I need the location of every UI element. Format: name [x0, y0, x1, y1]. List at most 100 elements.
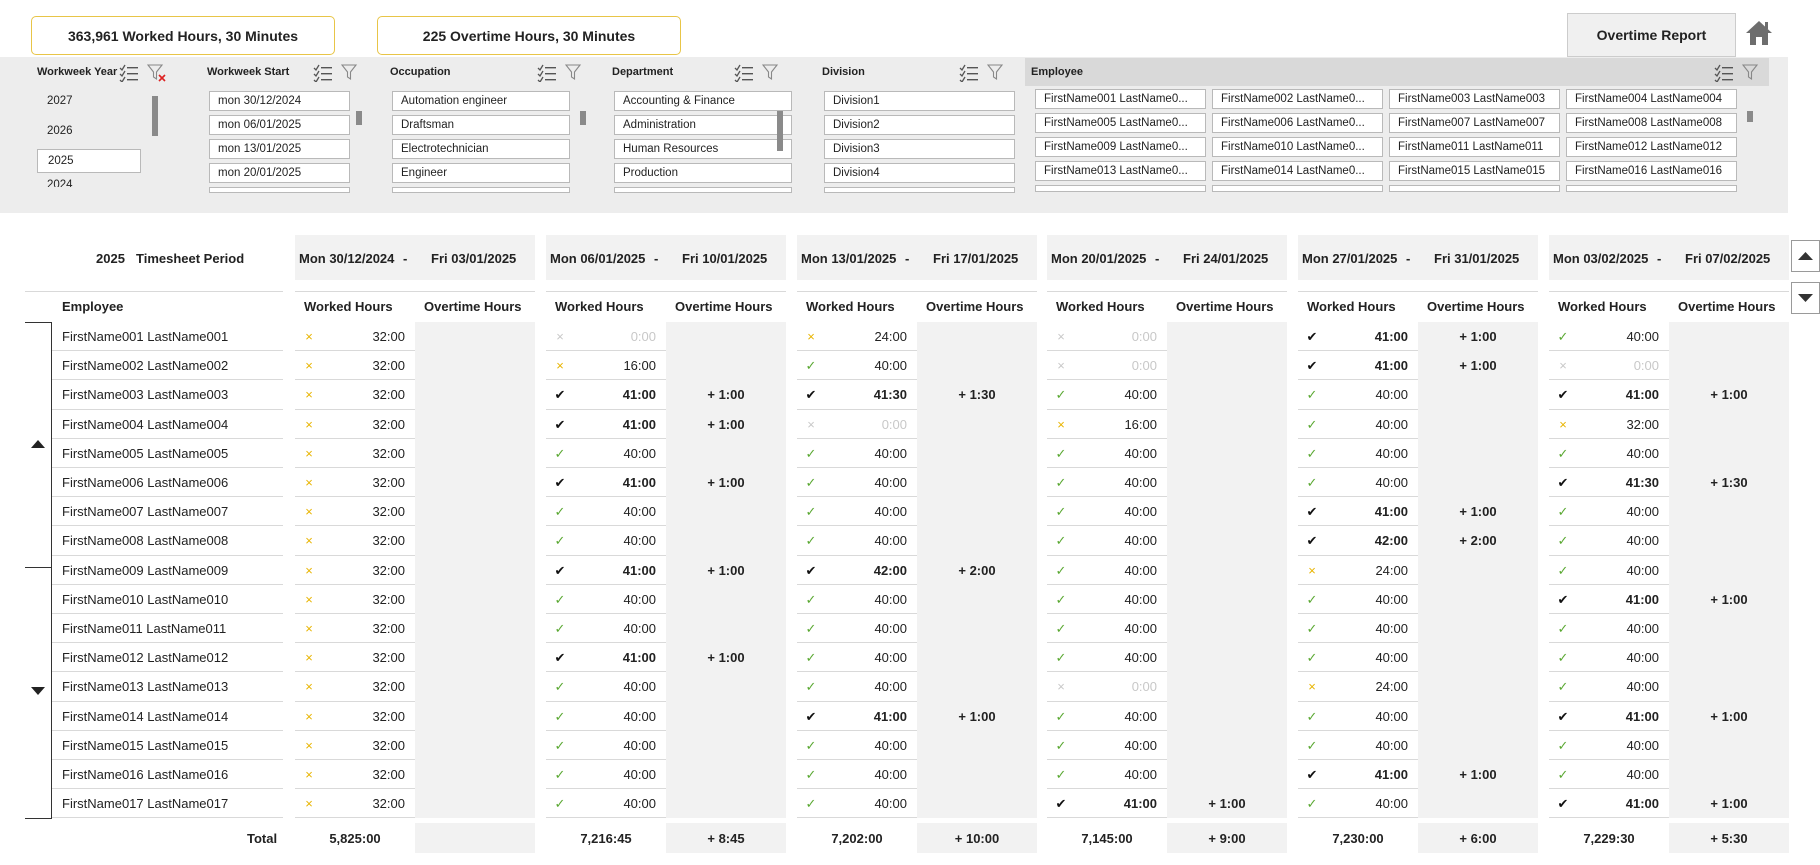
slicer-item-employee[interactable]: FirstName011 LastName011 — [1389, 137, 1560, 157]
slicer-item-occupation[interactable]: Automation engineer — [392, 91, 570, 111]
slicer-scrollbar[interactable] — [356, 111, 362, 125]
slicer-item-department[interactable]: Human Resources — [614, 139, 792, 159]
multi-select-icon[interactable] — [313, 64, 333, 84]
overtime-hours-value: + 1:00 — [958, 708, 996, 724]
overtime-report-button[interactable]: Overtime Report — [1567, 13, 1736, 57]
worked-hours-value: 41:30 — [1625, 475, 1659, 491]
slicer-item-year[interactable]: 2025 — [37, 149, 141, 173]
overtime-hours-value: + 1:00 — [1459, 767, 1497, 783]
slicer-item-start[interactable]: mon 06/01/2025 — [209, 115, 350, 135]
department-slicer: Department Accounting & Finance Administra… — [606, 58, 792, 198]
slicer-scrollbar[interactable] — [580, 111, 586, 125]
slicer-item-employee[interactable]: FirstName015 LastName015 — [1389, 161, 1560, 181]
multi-select-icon[interactable] — [959, 64, 979, 84]
slicer-item-employee[interactable]: FirstName002 LastName0... — [1212, 89, 1383, 109]
period-end: Fri 10/01/2025 — [682, 250, 768, 266]
slicer-title: Workweek Year — [31, 58, 174, 86]
bold-check-icon: ✔ — [805, 387, 817, 403]
bold-check-icon: ✔ — [1557, 708, 1569, 724]
bold-check-icon: ✔ — [805, 562, 817, 578]
check-icon: ✓ — [805, 475, 817, 490]
slicer-item-employee[interactable]: FirstName016 LastName016 — [1566, 161, 1737, 181]
slicer-item-employee[interactable]: FirstName012 LastName012 — [1566, 137, 1737, 157]
slicer-item-start[interactable]: mon 13/01/2025 — [209, 139, 350, 159]
slicer-title: Division — [816, 58, 1014, 86]
multi-select-icon[interactable] — [119, 64, 139, 84]
slicer-item-occupation[interactable]: Engineer — [392, 163, 570, 183]
employee-name: FirstName012 LastName012 — [62, 650, 229, 666]
slicer-item-start[interactable]: mon 30/12/2024 — [209, 91, 350, 111]
bold-check-icon: ✔ — [554, 387, 566, 403]
slicer-item-employee[interactable]: FirstName001 LastName0... — [1035, 89, 1206, 109]
slicer-item-year[interactable]: 2026 — [37, 119, 151, 143]
period-end: Fri 24/01/2025 — [1183, 250, 1269, 266]
worked-hours-value: 32:00 — [372, 621, 405, 637]
slicer-item-occupation[interactable]: Draftsman — [392, 115, 570, 135]
total-worked-hours: 7,202:00 — [831, 830, 883, 846]
slicer-item-employee[interactable]: FirstName007 LastName007 — [1389, 113, 1560, 133]
slicer-item-department[interactable]: Production — [614, 163, 792, 183]
clear-filter-icon[interactable] — [761, 64, 782, 82]
worked-hours-value: 32:00 — [372, 737, 405, 753]
worked-hours-value: 40:00 — [1375, 650, 1408, 666]
slicer-item-start[interactable]: mon 20/01/2025 — [209, 163, 350, 183]
check-icon: ✓ — [805, 796, 817, 812]
slicer-scrollbar[interactable] — [152, 96, 158, 136]
clear-filter-icon[interactable] — [340, 64, 361, 82]
slicer-item-occupation[interactable]: Electrotechnician — [392, 139, 570, 159]
slicer-item-division[interactable]: Division1 — [824, 91, 1015, 111]
worked-hours-value: 0:00 — [1633, 358, 1659, 374]
slicer-item-employee[interactable]: FirstName010 LastName0... — [1212, 137, 1383, 157]
slicer-item-department[interactable]: Accounting & Finance — [614, 91, 792, 111]
clear-filter-icon[interactable] — [146, 64, 167, 82]
worked-hours-value: 40:00 — [1124, 504, 1157, 520]
worked-hours-value: 41:00 — [622, 650, 656, 666]
overtime-hours-header: Overtime Hours — [675, 298, 773, 314]
bold-check-icon: ✔ — [554, 416, 566, 432]
slicer-item-division[interactable]: Division2 — [824, 115, 1015, 135]
x-mark-icon: × — [305, 708, 313, 724]
x-mark-icon: × — [1308, 679, 1316, 695]
period-dash: - — [403, 250, 408, 266]
slicer-item-employee[interactable]: FirstName005 LastName0... — [1035, 113, 1206, 133]
slicer-item-department[interactable]: Administration — [614, 115, 792, 135]
home-icon[interactable] — [1744, 18, 1774, 48]
x-mark-icon: × — [305, 650, 313, 666]
page-up-button[interactable] — [30, 436, 46, 448]
multi-select-icon[interactable] — [537, 64, 557, 84]
clear-filter-icon[interactable] — [986, 64, 1007, 82]
multi-select-icon[interactable] — [734, 64, 754, 84]
employee-header: Employee — [62, 298, 124, 314]
slicer-item-employee[interactable]: FirstName003 LastName003 — [1389, 89, 1560, 109]
page-down-button[interactable] — [30, 684, 46, 696]
slicer-item-year[interactable]: 2024 — [37, 179, 151, 187]
clear-filter-icon[interactable] — [1741, 64, 1762, 82]
check-icon: ✓ — [1557, 504, 1569, 520]
worked-hours-value: 40:00 — [874, 621, 907, 637]
scroll-up-button[interactable] — [1791, 240, 1820, 272]
slicer-item-employee[interactable]: FirstName006 LastName0... — [1212, 113, 1383, 133]
slicer-item-division[interactable]: Division3 — [824, 139, 1015, 159]
slicer-item-employee[interactable]: FirstName008 LastName008 — [1566, 113, 1737, 133]
slicer-scrollbar[interactable] — [777, 111, 783, 151]
overtime-hours-value: + 1:00 — [1710, 387, 1748, 403]
check-icon: ✓ — [554, 504, 566, 520]
multi-select-icon[interactable] — [1714, 64, 1734, 84]
overtime-hours-value: + 1:00 — [1710, 708, 1748, 724]
clear-filter-icon[interactable] — [564, 64, 585, 82]
worked-hours-value: 40:00 — [1626, 562, 1659, 578]
slicer-item-employee[interactable]: FirstName004 LastName004 — [1566, 89, 1737, 109]
worked-hours-value: 40:00 — [1626, 504, 1659, 520]
scroll-down-button[interactable] — [1791, 282, 1820, 314]
worked-hours-value: 0:00 — [630, 329, 656, 345]
total-worked-hours: 7,229:30 — [1583, 830, 1635, 846]
slicer-item-employee[interactable]: FirstName009 LastName0... — [1035, 137, 1206, 157]
worked-hours-value: 40:00 — [874, 796, 907, 812]
worked-hours-value: 41:00 — [1123, 796, 1157, 812]
check-icon: ✓ — [554, 796, 566, 812]
slicer-item-employee[interactable]: FirstName013 LastName0... — [1035, 161, 1206, 181]
slicer-item-year[interactable]: 2027 — [37, 89, 151, 113]
slicer-scrollbar[interactable] — [1747, 111, 1753, 122]
slicer-item-division[interactable]: Division4 — [824, 163, 1015, 183]
slicer-item-employee[interactable]: FirstName014 LastName0... — [1212, 161, 1383, 181]
